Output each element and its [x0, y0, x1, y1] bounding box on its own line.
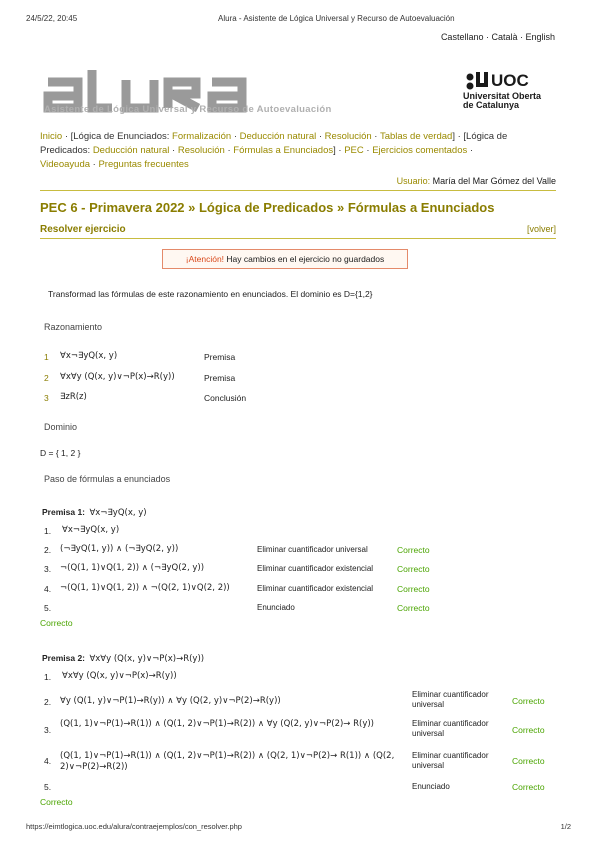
nav-separator: · [Lógica de Enunciados:	[62, 131, 173, 142]
step-num: 3.	[44, 725, 52, 735]
nav-predicados-label: Predicados:	[40, 145, 93, 156]
step-formula: (Q(1, 1)∨¬P(1)→R(1)) ∧ (Q(1, 2)∨¬P(1)→R(…	[60, 751, 395, 772]
step-num: 1.	[44, 672, 52, 682]
print-datetime: 24/5/22, 20:45	[26, 14, 78, 23]
nav-separator: ·	[316, 131, 325, 142]
step-status: Correcto	[397, 584, 430, 594]
step-status: Correcto	[512, 696, 545, 706]
razonamiento-formula: ∃zR(z)	[60, 392, 87, 402]
nav-separator: ] · [Lógica de	[452, 131, 508, 142]
nav-resolucion-predicados[interactable]: Resolución	[178, 145, 225, 156]
step-num: 4.	[44, 584, 52, 594]
paso-heading: Paso de fórmulas a enunciados	[44, 474, 171, 484]
razonamiento-num: 3	[44, 393, 49, 403]
nav-separator: ·	[363, 145, 373, 156]
razonamiento-formula: ∀x∀y (Q(x, y)∨¬P(x)→R(y))	[60, 372, 175, 382]
step-status: Correcto	[397, 545, 430, 555]
nav-resolucion-enunciados[interactable]: Resolución	[325, 131, 372, 142]
step-rule: Eliminar cuantificador existencial	[257, 564, 374, 573]
nav-deduccion-predicados[interactable]: Deducción natural	[93, 145, 170, 156]
step-formula: (Q(1, 1)∨¬P(1)→R(1)) ∧ (Q(1, 2)∨¬P(1)→R(…	[60, 719, 375, 729]
unsaved-warning: ¡Atención! Hay cambios en el ejercicio n…	[162, 249, 408, 269]
step-formula: ∀y (Q(1, y)∨¬P(1)→R(y)) ∧ ∀y (Q(2, y)∨¬P…	[60, 696, 281, 706]
nav-tablas-verdad[interactable]: Tablas de verdad	[380, 131, 452, 142]
premisa1-final-status: Correcto	[40, 618, 73, 628]
step-num: 3.	[44, 564, 52, 574]
step-status: Correcto	[397, 603, 430, 613]
razonamiento-formula: ∀x¬∃yQ(x, y)	[60, 351, 118, 361]
step-rule: Eliminar cuantificador universal	[257, 545, 368, 554]
step-num: 5.	[44, 603, 52, 613]
nav-separator: ·	[231, 131, 240, 142]
step-status: Correcto	[512, 725, 545, 735]
main-navigation: Inicio · [Lógica de Enunciados: Formaliz…	[40, 130, 560, 172]
step-rule: Enunciado	[412, 782, 450, 791]
step-status: Correcto	[512, 782, 545, 792]
step-num: 1.	[44, 526, 52, 536]
nav-pec[interactable]: PEC	[344, 145, 364, 156]
step-rule: Enunciado	[257, 603, 295, 612]
razonamiento-type: Conclusión	[204, 393, 247, 403]
premisa1-formula: ∀x¬∃yQ(x, y)	[89, 508, 147, 518]
nav-separator: ·	[371, 131, 380, 142]
nav-separator: ·	[467, 145, 474, 156]
premisa1-header: Premisa 1: ∀x¬∃yQ(x, y)	[42, 502, 147, 520]
step-rule: Eliminar cuantificador universal	[412, 719, 489, 738]
premisa1-label: Premisa 1:	[42, 507, 85, 517]
nav-preguntas-frecuentes[interactable]: Preguntas frecuentes	[98, 159, 188, 170]
nav-inicio[interactable]: Inicio	[40, 131, 62, 142]
dominio-value: D = { 1, 2 }	[40, 448, 81, 458]
uoc-name: UOC	[491, 71, 529, 90]
premisa2-final-status: Correcto	[40, 797, 73, 807]
subtitle-row: Resolver ejercicio [volver]	[40, 224, 556, 239]
step-num: 5.	[44, 782, 52, 792]
nav-formulas-enunciados[interactable]: Fórmulas a Enunciados	[233, 145, 333, 156]
nav-ejercicios-comentados[interactable]: Ejercicios comentados	[372, 145, 467, 156]
page-title: PEC 6 - Primavera 2022 » Lógica de Predi…	[40, 200, 495, 215]
user-name: María del Mar Gómez del Valle	[432, 176, 556, 186]
step-formula: ∀x¬∃yQ(x, y)	[62, 525, 120, 535]
premisa2-label: Premisa 2:	[42, 653, 85, 663]
premisa2-formula: ∀x∀y (Q(x, y)∨¬P(x)→R(y))	[89, 654, 205, 664]
warning-attention: ¡Atención!	[185, 254, 225, 264]
section-subtitle: Resolver ejercicio	[40, 224, 126, 235]
user-bar: Usuario: María del Mar Gómez del Valle	[40, 176, 556, 191]
razonamiento-num: 2	[44, 373, 49, 383]
print-page-number: 1/2	[560, 822, 571, 831]
nav-formalizacion[interactable]: Formalización	[172, 131, 231, 142]
step-num: 2.	[44, 697, 52, 707]
step-rule: Eliminar cuantificador universal	[412, 751, 489, 770]
nav-separator: ·	[169, 145, 178, 156]
volver-link[interactable]: [volver]	[527, 224, 556, 234]
uoc-line2: de Catalunya	[463, 100, 520, 110]
user-label: Usuario:	[396, 176, 431, 186]
nav-deduccion-enunciados[interactable]: Deducción natural	[240, 131, 317, 142]
step-rule: Eliminar cuantificador existencial	[257, 584, 374, 593]
step-status: Correcto	[397, 564, 430, 574]
dominio-heading: Dominio	[44, 422, 78, 432]
step-formula: (¬∃yQ(1, y)) ∧ (¬∃yQ(2, y))	[60, 544, 179, 554]
warning-message: Hay cambios en el ejercicio no guardados	[226, 254, 385, 264]
step-status: Correcto	[512, 756, 545, 766]
nav-videoayuda[interactable]: Videoayuda	[40, 159, 90, 170]
print-page-title: Alura - Asistente de Lógica Universal y …	[218, 14, 455, 23]
razonamiento-num: 1	[44, 352, 49, 362]
step-formula: ¬(Q(1, 1)∨Q(1, 2)) ∧ ¬(Q(2, 1)∨Q(2, 2))	[60, 583, 230, 593]
instruction-text: Transformad las fórmulas de este razonam…	[48, 289, 373, 299]
uoc-logo: UOC Universitat Oberta de Catalunya	[463, 71, 542, 110]
logo-subtitle: Asistente de Lógica Universal y Recurso …	[44, 104, 332, 115]
language-selector[interactable]: Castellano · Català · English	[441, 32, 555, 42]
step-num: 2.	[44, 545, 52, 555]
print-footer-url: https://eimtlogica.uoc.edu/alura/contrae…	[26, 822, 242, 831]
razonamiento-type: Premisa	[204, 373, 236, 383]
premisa2-header: Premisa 2: ∀x∀y (Q(x, y)∨¬P(x)→R(y))	[42, 648, 204, 666]
step-formula: ¬(Q(1, 1)∨Q(1, 2)) ∧ (¬∃yQ(2, y))	[60, 563, 205, 573]
step-num: 4.	[44, 756, 52, 766]
razonamiento-heading: Razonamiento	[44, 322, 103, 332]
step-formula: ∀x∀y (Q(x, y)∨¬P(x)→R(y))	[62, 671, 177, 681]
razonamiento-type: Premisa	[204, 352, 236, 362]
nav-separator: ] ·	[333, 145, 345, 156]
step-rule: Eliminar cuantificador universal	[412, 690, 489, 709]
